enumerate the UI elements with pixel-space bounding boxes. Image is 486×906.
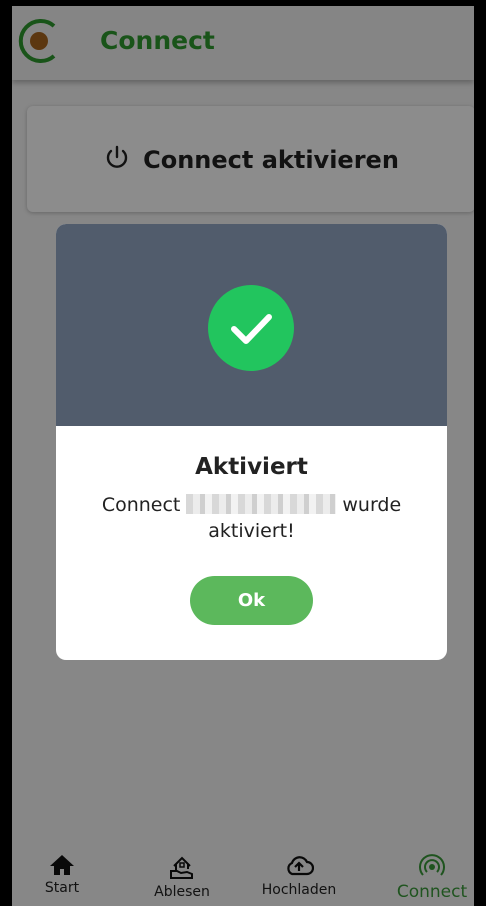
dialog-message: Connect wurde aktiviert!: [80, 492, 423, 544]
dialog-title: Aktiviert: [195, 454, 308, 480]
redacted-device-id: [186, 494, 337, 514]
ok-button[interactable]: Ok: [190, 576, 313, 625]
success-icon: [208, 285, 294, 371]
message-prefix: Connect: [101, 494, 181, 516]
success-dialog: Aktiviert Connect wurde aktiviert! Ok: [56, 224, 447, 660]
dialog-header: [56, 224, 447, 426]
